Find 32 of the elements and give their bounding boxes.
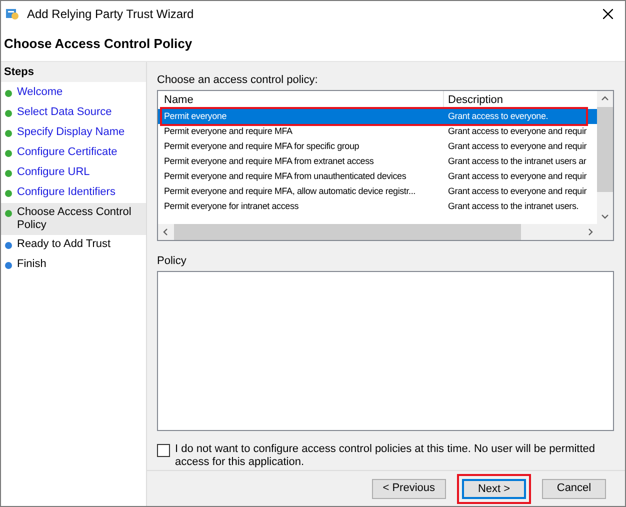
policy-row[interactable]: Permit everyone and require MFA, allow automatic device registr... Grant access to everyone and requir xyxy=(158,184,598,199)
policy-row[interactable]: Permit everyone and require MFA from extranet access Grant access to the intranet users ar xyxy=(158,154,598,169)
scrollbar-thumb[interactable] xyxy=(174,224,521,240)
steps-heading: Steps xyxy=(4,64,34,80)
list-label: Choose an access control policy: xyxy=(157,73,319,88)
step-item[interactable]: Configure URL xyxy=(1,163,146,183)
window-title: Add Relying Party Trust Wizard xyxy=(27,6,194,22)
step-item[interactable]: Choose Access Control Policy xyxy=(1,203,146,235)
wizard-button[interactable]: Cancel xyxy=(542,478,606,498)
policy-label: Policy xyxy=(157,254,188,269)
policy-row[interactable]: Permit everyone for intranet access Grant access to the intranet users. xyxy=(158,199,598,214)
step-item[interactable]: Ready to Add Trust xyxy=(1,235,146,255)
step-item[interactable]: Configure Identifiers xyxy=(1,183,146,203)
wizard-button[interactable]: < Previous xyxy=(372,478,446,498)
policy-list[interactable] xyxy=(157,90,614,241)
policy-row[interactable]: Permit everyone Grant access to everyone. xyxy=(158,109,598,124)
step-item[interactable]: Welcome xyxy=(1,83,146,103)
step-item[interactable]: Finish xyxy=(1,255,146,275)
policy-row[interactable]: Permit everyone and require MFA for specific group Grant access to everyone and requir xyxy=(158,139,598,154)
step-item[interactable]: Select Data Source xyxy=(1,103,146,123)
wizard-button[interactable]: Next > xyxy=(462,478,526,498)
policy-row[interactable]: Permit everyone and require MFA Grant access to everyone and requir xyxy=(158,124,598,139)
column-header[interactable]: Description xyxy=(444,91,598,109)
policy-row[interactable]: Permit everyone and require MFA from unauthenticated devices Grant access to everyone and requir xyxy=(158,169,598,184)
checkbox[interactable] xyxy=(157,444,170,457)
step-item[interactable]: Configure Certificate xyxy=(1,143,146,163)
scrollbar-thumb[interactable] xyxy=(597,107,613,192)
app-icon xyxy=(5,6,19,20)
page-title: Choose Access Control Policy xyxy=(4,34,192,53)
step-item[interactable]: Specify Display Name xyxy=(1,123,146,143)
checkbox-label: I do not want to configure access control policies at this time. No user will be permitted access for this application. xyxy=(175,443,596,469)
close-icon[interactable] xyxy=(603,8,613,18)
